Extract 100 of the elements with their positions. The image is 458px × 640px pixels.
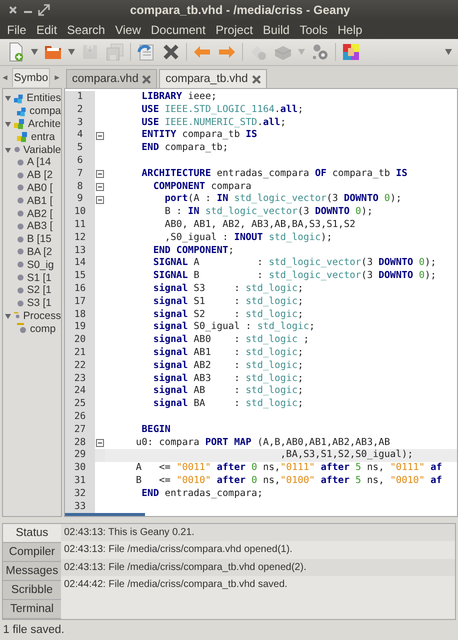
menu-item[interactable]: File [2, 22, 32, 38]
tree-label: S0_ig [27, 258, 54, 271]
scroll-left-arrow[interactable]: ◄ [0, 72, 10, 82]
document-tab[interactable]: compara.vhd [66, 69, 158, 88]
menu-item[interactable]: Tools [294, 22, 333, 38]
dot-icon [17, 300, 24, 307]
tree-item[interactable]: comp [3, 322, 61, 336]
tree-label: entra [31, 130, 55, 143]
close-icon[interactable] [161, 42, 181, 62]
panel-tab[interactable]: Terminal [3, 600, 61, 619]
fold-icon[interactable] [96, 438, 104, 447]
menu-item[interactable]: Edit [31, 22, 62, 38]
code-line: signal AB : std_logic; [152, 385, 304, 398]
tree-item[interactable]: Variable [3, 143, 61, 156]
tree-item[interactable]: S2 [1 [3, 284, 61, 297]
line-number: 20 [65, 334, 95, 347]
dot-icon [17, 222, 24, 230]
cubes-icon [14, 118, 25, 130]
line-number: 5 [65, 142, 95, 155]
tree-item[interactable]: S1 [1 [3, 271, 61, 284]
caret-icon[interactable] [445, 49, 452, 55]
menu-item[interactable]: Help [332, 22, 368, 38]
line-number: 23 [65, 372, 95, 386]
tree-item[interactable]: Archite [3, 118, 61, 130]
code-line: signal AB3 : std_logic; [152, 372, 304, 385]
tree-item[interactable]: Entities [3, 92, 61, 105]
tree-label: comp [30, 322, 56, 335]
expander-icon[interactable] [5, 120, 11, 127]
panel-tab[interactable]: Scribble [3, 581, 61, 600]
tree-label: Entities [26, 92, 61, 104]
line-number: 26 [65, 410, 95, 424]
log-entry: 02:44:42: File /media/criss/compara_tb.vhd saved. [63, 578, 288, 592]
tree-item[interactable]: Process [3, 310, 61, 322]
expander-icon[interactable] [5, 146, 11, 153]
tree-item[interactable]: B [15 [3, 232, 61, 246]
tree-label: B [15 [27, 233, 52, 246]
tree-item[interactable]: S3 [1 [3, 296, 61, 310]
scroll-right-arrow[interactable]: ► [52, 72, 62, 82]
tree-item[interactable]: AB0 [ [3, 182, 61, 194]
cubes-icon [14, 92, 24, 104]
menu-item[interactable]: Document [146, 22, 211, 38]
tree-item[interactable]: entra [3, 130, 61, 144]
code-editor[interactable] [64, 88, 458, 517]
tree-label: S3 [1 [27, 297, 52, 310]
menu-item[interactable]: View [110, 22, 146, 38]
dot-icon [17, 158, 24, 166]
tree-item[interactable]: AB [2 [3, 168, 61, 182]
fold-icon[interactable] [96, 196, 104, 204]
tree-item[interactable]: compa [3, 104, 61, 118]
fold-icon[interactable] [96, 182, 104, 191]
caret-icon[interactable] [31, 49, 38, 55]
gears-icon[interactable] [310, 42, 330, 62]
close-icon[interactable] [252, 74, 261, 84]
panel-tab[interactable]: Compiler [3, 543, 61, 562]
document-tab[interactable]: compara_tb.vhd [159, 69, 267, 88]
tree-item[interactable]: S0_ig [3, 258, 61, 272]
code-line: USE IEEE.NUMERIC_STD.all; [140, 116, 286, 130]
tree-label: A [14 [27, 156, 51, 168]
tree-item[interactable]: BA [2 [3, 246, 61, 258]
code-line: signal BA : std_logic; [152, 398, 304, 411]
menu-item[interactable]: Build [258, 22, 295, 38]
close-icon[interactable] [142, 74, 152, 84]
fold-icon[interactable] [96, 132, 104, 140]
expander-icon[interactable] [5, 95, 11, 102]
tree-label: AB0 [ [27, 182, 53, 194]
code-line: END COMPONENT; [152, 244, 234, 258]
tree-item[interactable]: A [14 [3, 156, 61, 169]
code-line: SIGNAL A : std_logic_vector(3 DOWNTO 0); [152, 257, 436, 270]
code-line: signal S3 : std_logic; [152, 282, 304, 296]
reload-icon[interactable] [136, 42, 156, 62]
color-palette-icon[interactable] [341, 42, 361, 62]
cubes-icon [17, 131, 28, 142]
panel-tab[interactable]: Status [3, 524, 61, 543]
code-line: A <= "0011" after 0 ns,"0111" after 5 ns, "0111" af [134, 462, 442, 475]
caret-icon[interactable] [68, 49, 75, 55]
panel-tab[interactable]: Messages [3, 562, 61, 581]
line-number: 2 [65, 104, 95, 117]
tree-item[interactable]: AB2 [ [3, 207, 61, 220]
tree-label: S2 [1 [27, 284, 52, 296]
maximize-icon[interactable] [38, 4, 50, 16]
code-line: AB0, AB1, AB2, AB3,AB,BA,S3,S1,S2 [164, 218, 356, 232]
menu-item[interactable]: Project [210, 22, 258, 38]
log-entry: 02:43:13: File /media/criss/compara.vhd opened(1). [63, 543, 294, 558]
close-icon[interactable] [8, 5, 18, 15]
line-number: 30 [65, 462, 95, 475]
tree-item[interactable]: AB3 [ [3, 220, 61, 233]
line-number: 29 [65, 449, 95, 462]
menu-item[interactable]: Search [62, 22, 110, 38]
tree-item[interactable]: AB1 [ [3, 194, 61, 208]
dot-icon [17, 248, 24, 256]
scrollbar[interactable] [65, 513, 145, 516]
sidebar-tab[interactable]: Symbo [12, 68, 50, 86]
fold-icon[interactable] [96, 170, 104, 178]
expander-icon[interactable] [5, 312, 11, 319]
code-line: u0: compara PORT MAP (A,B,AB0,AB1,AB2,AB3,AB [134, 436, 390, 450]
line-number: 4 [65, 129, 95, 142]
line-number: 15 [65, 270, 95, 283]
line-number: 16 [65, 282, 95, 296]
tree-label: AB3 [ [27, 220, 53, 232]
line-number: 9 [65, 193, 95, 206]
